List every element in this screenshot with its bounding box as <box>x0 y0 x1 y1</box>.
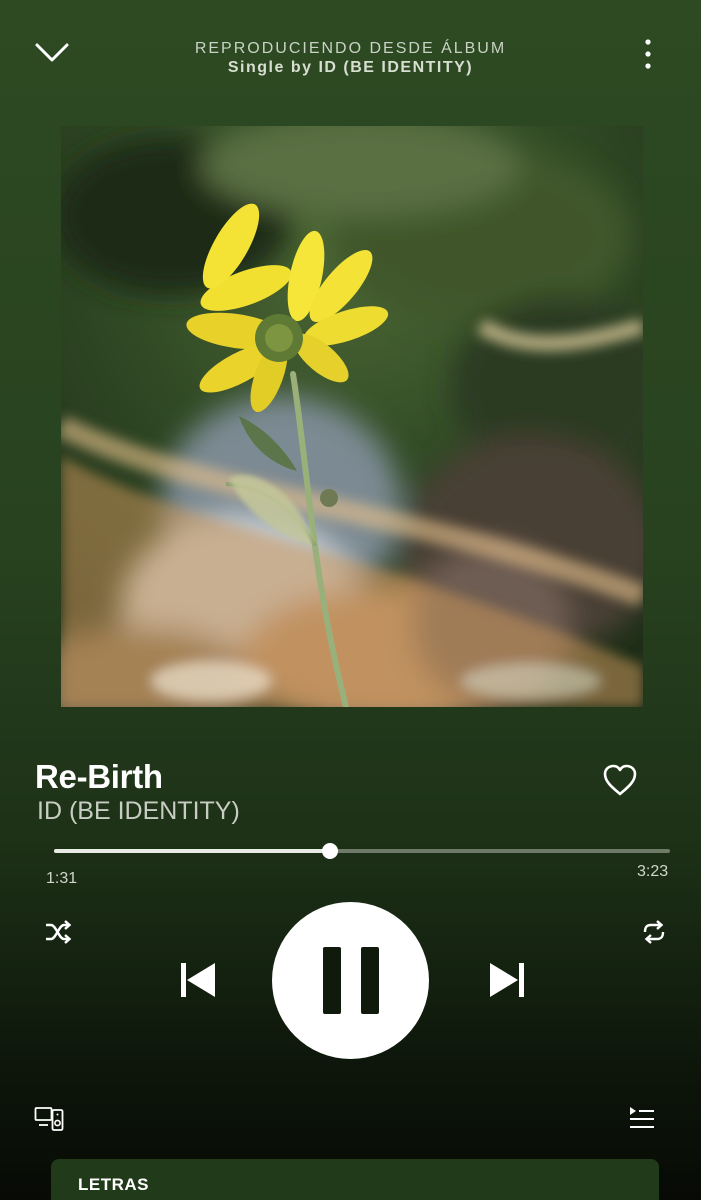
skip-next-icon[interactable] <box>488 961 526 999</box>
pause-icon <box>361 947 379 1014</box>
repeat-icon[interactable] <box>641 920 667 944</box>
pause-icon <box>323 947 341 1014</box>
album-artwork <box>61 126 643 707</box>
devices-icon[interactable] <box>34 1106 64 1132</box>
queue-icon[interactable] <box>628 1106 656 1132</box>
lyrics-label: LETRAS <box>78 1175 149 1194</box>
track-artist[interactable]: ID (BE IDENTITY) <box>37 797 240 826</box>
context-name[interactable]: Single by ID (BE IDENTITY) <box>100 59 601 77</box>
lyrics-card[interactable]: LETRAS <box>51 1159 659 1200</box>
progress-thumb[interactable] <box>322 843 338 859</box>
progress-track[interactable] <box>54 849 670 853</box>
track-title[interactable]: Re-Birth <box>35 758 163 796</box>
chevron-down-icon[interactable] <box>34 40 70 66</box>
context-label: REPRODUCIENDO DESDE ÁLBUM <box>194 40 507 57</box>
total-time: 3:23 <box>637 863 669 880</box>
progress-fill <box>54 849 330 853</box>
playing-context: REPRODUCIENDO DESDE ÁLBUM Single by ID (… <box>100 40 601 77</box>
heart-icon[interactable] <box>602 763 638 797</box>
shuffle-icon[interactable] <box>44 919 72 945</box>
pause-button[interactable] <box>272 902 429 1059</box>
elapsed-time: 1:31 <box>46 870 78 887</box>
skip-previous-icon[interactable] <box>179 961 217 999</box>
more-options-icon[interactable] <box>638 38 658 72</box>
